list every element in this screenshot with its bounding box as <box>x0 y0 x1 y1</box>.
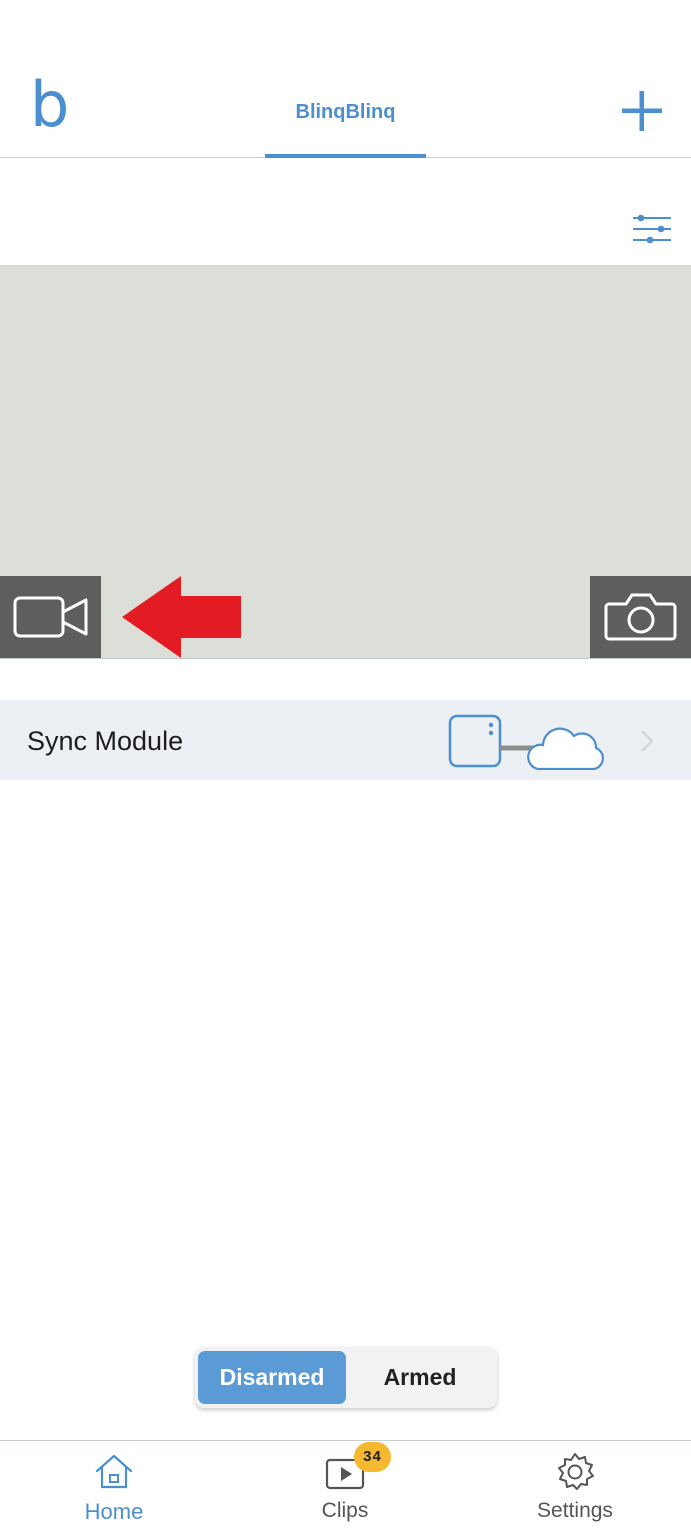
arm-toggle: Disarmed Armed <box>195 1347 497 1408</box>
camera-thumbnail[interactable] <box>0 266 691 659</box>
tab-blinqblinq[interactable]: BlinqBlinq <box>265 94 426 159</box>
bottom-nav: Home 34 Clips Settings <box>0 1440 691 1536</box>
chevron-right-icon <box>641 730 654 752</box>
video-camera-icon <box>13 596 88 638</box>
app-logo: b <box>30 68 70 141</box>
sync-module-cloud-icon <box>448 714 604 770</box>
nav-settings[interactable]: Settings <box>495 1441 655 1536</box>
sliders-icon[interactable] <box>631 213 673 245</box>
nav-settings-label: Settings <box>537 1499 613 1522</box>
top-header: b BlinqBlinq <box>0 0 691 159</box>
nav-home-label: Home <box>84 1499 144 1524</box>
gear-icon <box>558 1453 594 1490</box>
nav-home[interactable]: Home <box>34 1441 194 1536</box>
sync-module-row[interactable]: Sync Module <box>0 700 691 780</box>
system-toolbar <box>0 158 691 266</box>
clips-badge: 34 <box>354 1442 391 1472</box>
sync-module-label: Sync Module <box>27 726 184 756</box>
camera-icon <box>604 593 677 641</box>
nav-clips[interactable]: 34 Clips <box>265 1441 425 1536</box>
record-video-button[interactable] <box>0 576 101 658</box>
tab-label: BlinqBlinq <box>295 101 396 123</box>
plus-icon[interactable] <box>620 89 664 133</box>
nav-clips-label: Clips <box>321 1499 369 1522</box>
armed-button[interactable]: Armed <box>346 1351 494 1404</box>
disarmed-button[interactable]: Disarmed <box>198 1351 346 1404</box>
snapshot-button[interactable] <box>590 576 691 658</box>
red-arrow-icon <box>122 576 241 658</box>
home-icon <box>95 1454 133 1489</box>
